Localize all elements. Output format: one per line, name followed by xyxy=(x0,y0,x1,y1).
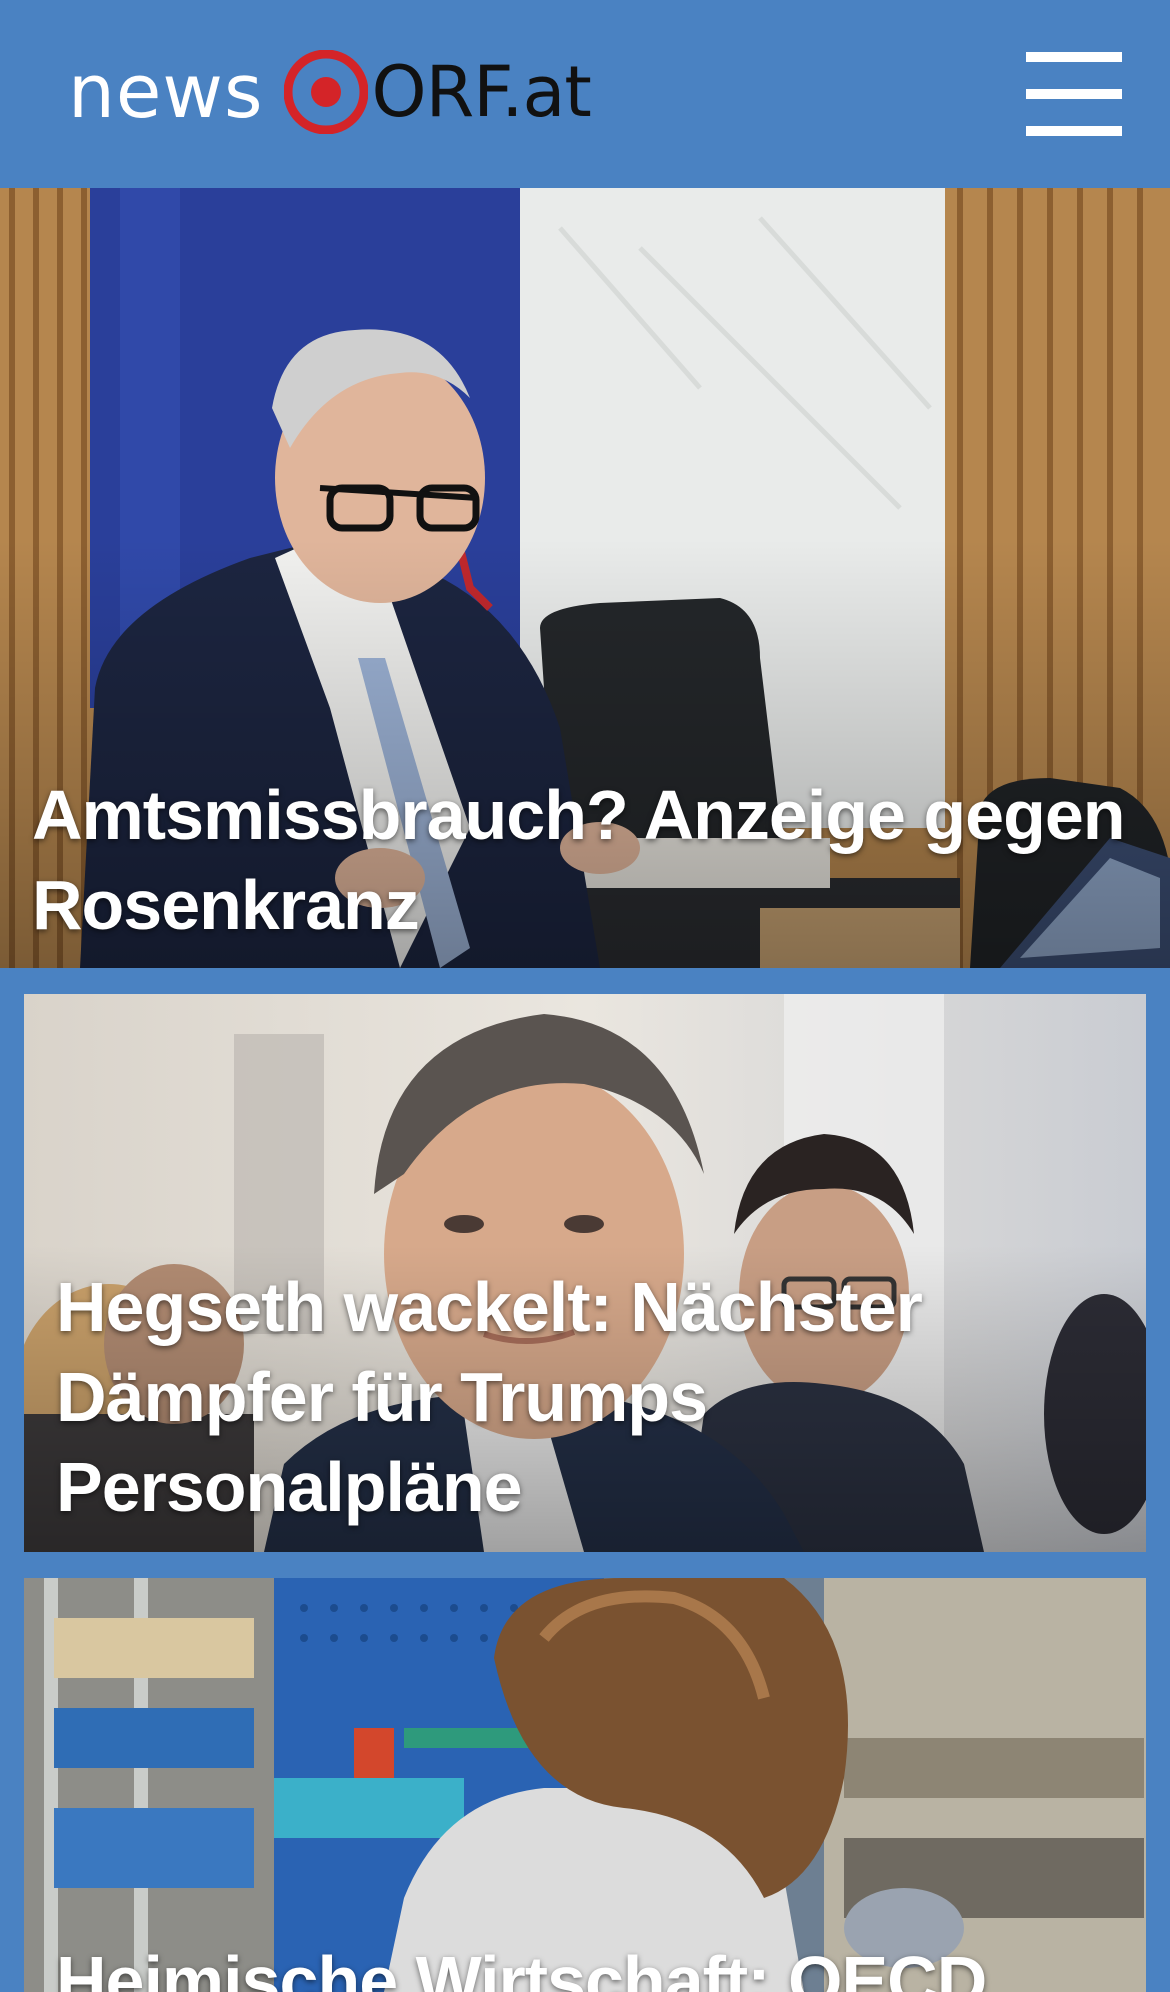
news-orf-logo[interactable]: news ORF.at xyxy=(68,42,592,142)
top-bar: news ORF.at xyxy=(0,0,1170,188)
hamburger-menu-icon[interactable] xyxy=(1026,52,1122,136)
logo-news-text: news xyxy=(68,49,264,135)
orf-target-icon xyxy=(283,50,368,134)
story-headline[interactable]: Hegseth wackelt: Nächster Dämpfer für Tr… xyxy=(56,1262,1136,1532)
story-headline[interactable]: Heimische Wirtschaft: OECD xyxy=(56,1936,1136,1992)
logo-orf-text: ORF.at xyxy=(371,51,592,133)
story-card[interactable]: Heimische Wirtschaft: OECD xyxy=(24,1578,1146,1992)
story-photo xyxy=(24,1578,1146,1992)
story-card[interactable]: Amtsmissbrauch? Anzeige gegen Rosenkranz xyxy=(0,188,1170,968)
story-headline[interactable]: Amtsmissbrauch? Anzeige gegen Rosenkranz xyxy=(32,770,1142,950)
story-card[interactable]: Hegseth wackelt: Nächster Dämpfer für Tr… xyxy=(24,994,1146,1552)
